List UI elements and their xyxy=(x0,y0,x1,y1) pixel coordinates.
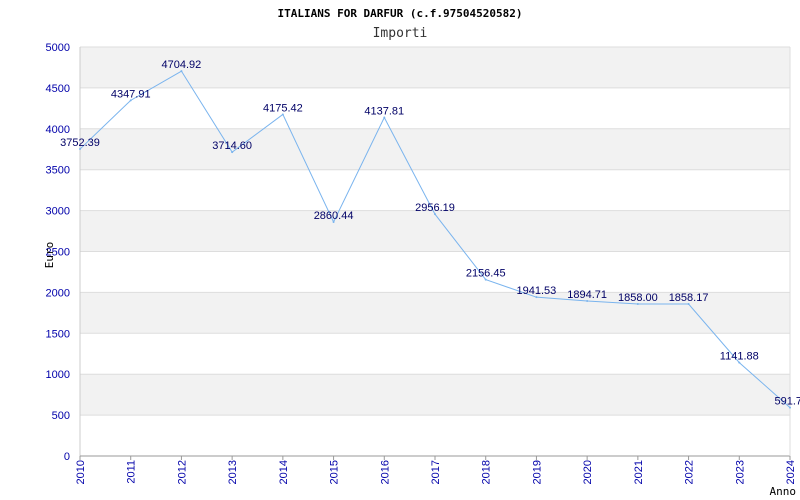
line-chart: 0500100015002000250030003500400045005000… xyxy=(43,7,800,498)
y-tick-label: 1000 xyxy=(46,369,70,381)
y-tick-label: 500 xyxy=(52,410,70,422)
data-label: 3752.39 xyxy=(60,137,100,149)
data-label: 591.7 xyxy=(774,396,800,408)
x-tick-label: 2017 xyxy=(430,460,442,484)
data-label: 2860.44 xyxy=(314,210,354,222)
data-label: 4704.92 xyxy=(162,59,202,71)
x-tick-label: 2019 xyxy=(531,460,543,484)
x-tick-label: 2024 xyxy=(785,460,797,484)
y-tick-label: 3500 xyxy=(46,165,70,177)
y-tick-label: 5000 xyxy=(46,42,70,54)
y-tick-label: 2000 xyxy=(46,287,70,299)
grid-band xyxy=(80,210,790,252)
x-axis-ticks: 2010 2011 2012 2013 2014 2015 2016 2017 2018 2019… xyxy=(75,456,797,484)
y-tick-label: 1500 xyxy=(46,328,70,340)
x-tick-label: 2020 xyxy=(582,460,594,484)
grid-band xyxy=(80,374,790,416)
x-tick-label: 2022 xyxy=(684,460,696,484)
data-label: 1894.71 xyxy=(567,289,607,301)
y-tick-label: 3000 xyxy=(46,206,70,218)
x-tick-label: 2014 xyxy=(278,460,290,484)
x-tick-label: 2016 xyxy=(379,460,391,484)
y-tick-label: 4000 xyxy=(46,124,70,136)
x-tick-label: 2023 xyxy=(734,460,746,484)
data-label: 1941.53 xyxy=(517,285,557,297)
data-label: 1858.17 xyxy=(669,292,709,304)
chart-title: ITALIANS FOR DARFUR (c.f.97504520582) xyxy=(277,7,522,20)
data-label: 2156.45 xyxy=(466,268,506,280)
grid-bands xyxy=(80,47,790,416)
chart-subtitle: Importi xyxy=(373,26,428,41)
data-label: 4175.42 xyxy=(263,102,303,114)
y-axis-label: Euro xyxy=(43,242,56,269)
y-tick-label: 0 xyxy=(64,451,70,463)
x-tick-label: 2018 xyxy=(481,460,493,484)
data-label: 4137.81 xyxy=(364,106,404,118)
data-label: 2956.19 xyxy=(415,202,455,214)
x-axis-label: Anno xyxy=(770,485,797,498)
data-label: 1858.00 xyxy=(618,292,658,304)
x-tick-label: 2012 xyxy=(176,460,188,484)
x-tick-label: 2011 xyxy=(126,460,138,484)
data-label: 1141.88 xyxy=(720,351,759,363)
data-label: 3714.60 xyxy=(212,140,252,152)
x-tick-label: 2021 xyxy=(633,460,645,484)
grid-band xyxy=(80,128,790,170)
x-tick-label: 2010 xyxy=(75,460,87,484)
x-tick-label: 2013 xyxy=(227,460,239,484)
x-tick-label: 2015 xyxy=(329,460,341,484)
data-label: 4347.91 xyxy=(111,88,151,100)
y-tick-label: 4500 xyxy=(46,83,70,95)
